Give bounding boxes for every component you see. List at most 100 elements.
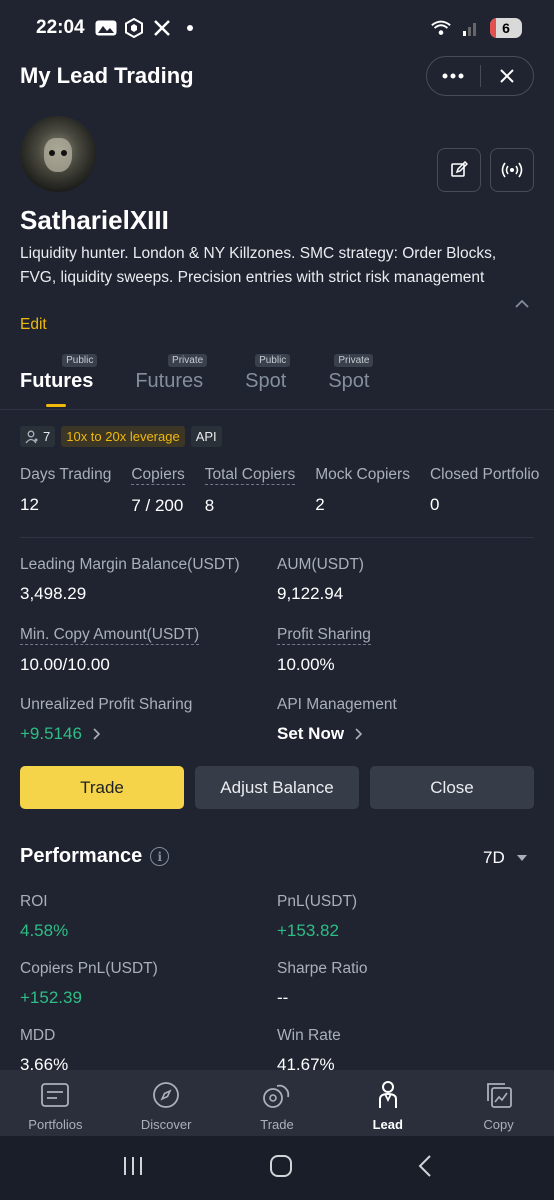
tab-spot-private[interactable]: Private Spot bbox=[328, 352, 374, 410]
nav-trade[interactable]: Trade bbox=[222, 1070, 333, 1136]
nav-lead[interactable]: Lead bbox=[332, 1070, 443, 1136]
username: SatharielXIII bbox=[20, 205, 169, 235]
api-management[interactable]: API Management Set Now bbox=[277, 696, 397, 744]
stat-value: 0 bbox=[429, 495, 440, 514]
home-icon[interactable] bbox=[269, 1154, 293, 1183]
close-icon[interactable] bbox=[481, 57, 534, 95]
kv-label: Leading Margin Balance(USDT) bbox=[20, 556, 240, 573]
trade-button[interactable]: Trade bbox=[20, 766, 184, 809]
kv-label: Sharpe Ratio bbox=[277, 960, 368, 977]
nav-portfolios[interactable]: Portfolios bbox=[0, 1070, 111, 1136]
crypto-icon bbox=[123, 18, 145, 38]
kv-label: PnL(USDT) bbox=[277, 893, 358, 910]
min-copy-amount[interactable]: Min. Copy Amount(USDT) 10.00/10.00 bbox=[20, 626, 200, 675]
compass-icon bbox=[152, 1080, 180, 1110]
tab-badge: Private bbox=[168, 354, 208, 367]
status-bar: 22:04 6 bbox=[0, 0, 554, 56]
portfolio-tabs: Public Futures Private Futures Public Sp… bbox=[20, 352, 411, 410]
copy-icon bbox=[485, 1080, 513, 1110]
roi: ROI 4.58% bbox=[20, 893, 68, 941]
performance-title-text: Performance bbox=[20, 845, 143, 867]
stats-divider bbox=[20, 537, 534, 538]
recents-icon[interactable] bbox=[122, 1156, 144, 1181]
app-header: My Lead Trading bbox=[0, 56, 554, 96]
avatar[interactable] bbox=[20, 116, 96, 192]
info-icon[interactable]: i bbox=[150, 847, 170, 866]
unrealized-profit-sharing[interactable]: Unrealized Profit Sharing +9.5146 bbox=[20, 696, 192, 744]
battery-icon: 6 bbox=[490, 18, 522, 38]
edit-profile-button[interactable] bbox=[437, 148, 481, 192]
copiers-count: 7 bbox=[43, 429, 51, 444]
nav-label: Discover bbox=[140, 1117, 192, 1132]
chevron-right-icon bbox=[93, 728, 100, 740]
kv-value: +152.39 bbox=[20, 988, 82, 1007]
nav-label: Lead bbox=[372, 1117, 403, 1132]
signal-icon bbox=[460, 19, 482, 37]
kv-value: 10.00/10.00 bbox=[20, 655, 110, 674]
stat-value: 2 bbox=[315, 495, 325, 514]
period-selector[interactable]: 7D bbox=[483, 848, 527, 868]
stat-days-trading: Days Trading 12 bbox=[20, 466, 111, 516]
kv-value: +153.82 bbox=[277, 921, 339, 940]
adjust-balance-button[interactable]: Adjust Balance bbox=[195, 766, 359, 809]
system-nav-bar bbox=[0, 1136, 554, 1200]
stat-value: 12 bbox=[20, 495, 39, 514]
stat-label: Copiers bbox=[131, 466, 185, 485]
kv-label: Min. Copy Amount(USDT) bbox=[20, 626, 200, 645]
active-tab-indicator bbox=[46, 404, 66, 407]
more-dots-icon[interactable] bbox=[427, 57, 480, 95]
tab-badge: Public bbox=[62, 354, 98, 367]
tab-label: Futures bbox=[135, 370, 204, 392]
tab-futures-private[interactable]: Private Futures bbox=[135, 352, 208, 410]
tab-label: Futures bbox=[20, 370, 94, 392]
chevron-right-icon bbox=[355, 728, 363, 740]
leading-margin-balance: Leading Margin Balance(USDT) 3,498.29 bbox=[20, 556, 240, 604]
stat-value: 7 / 200 bbox=[131, 496, 184, 515]
back-icon[interactable] bbox=[418, 1154, 432, 1183]
edit-bio-link[interactable]: Edit bbox=[20, 316, 47, 334]
status-time: 22:04 bbox=[36, 17, 85, 38]
pnl: PnL(USDT) +153.82 bbox=[277, 893, 357, 941]
kv-value: 10.00% bbox=[277, 655, 335, 674]
caret-down-icon bbox=[516, 855, 527, 861]
kv-value: +9.5146 bbox=[20, 724, 82, 743]
close-button[interactable]: Close bbox=[370, 766, 534, 809]
kv-label: Win Rate bbox=[277, 1027, 341, 1044]
tab-badge: Public bbox=[255, 354, 291, 367]
kv-label: Copiers PnL(USDT) bbox=[20, 960, 158, 977]
stat-copiers[interactable]: Copiers 7 / 200 bbox=[131, 466, 185, 516]
kv-value: -- bbox=[277, 988, 289, 1007]
nav-label: Trade bbox=[260, 1117, 294, 1132]
page-title: My Lead Trading bbox=[20, 63, 194, 88]
mdd: MDD 3.66% bbox=[20, 1027, 68, 1075]
kv-value: 9,122.94 bbox=[277, 584, 344, 603]
x-icon bbox=[151, 19, 173, 37]
tab-futures-public[interactable]: Public Futures bbox=[20, 352, 98, 410]
tabs-divider bbox=[0, 409, 554, 410]
sharpe-ratio: Sharpe Ratio -- bbox=[277, 960, 367, 1008]
leverage-tag: 10x to 20x leverage bbox=[61, 426, 185, 447]
stat-label: Mock Copiers bbox=[315, 466, 410, 483]
broadcast-icon bbox=[501, 162, 523, 178]
stat-label: Days Trading bbox=[20, 466, 112, 483]
collapse-chevron-up-icon[interactable] bbox=[514, 296, 530, 314]
dot-icon bbox=[186, 25, 193, 31]
portfolios-icon bbox=[41, 1080, 70, 1110]
avatar-eye-left bbox=[49, 150, 55, 156]
kv-label: AUM(USDT) bbox=[277, 556, 364, 573]
header-actions bbox=[426, 56, 534, 96]
wifi-6e-icon bbox=[430, 19, 452, 37]
bottom-nav: Portfolios Discover Trade Lead Copy bbox=[0, 1070, 554, 1136]
tab-badge: Private bbox=[334, 354, 374, 367]
portfolio-tags: 7 10x to 20x leverage API bbox=[20, 426, 222, 447]
stat-value: 8 bbox=[204, 496, 215, 515]
tab-spot-public[interactable]: Public Spot bbox=[245, 352, 291, 410]
profit-sharing[interactable]: Profit Sharing 10.00% bbox=[277, 626, 371, 675]
stat-label: Total Copiers bbox=[204, 466, 296, 485]
nav-copy[interactable]: Copy bbox=[443, 1070, 554, 1136]
broadcast-button[interactable] bbox=[490, 148, 534, 192]
nav-discover[interactable]: Discover bbox=[111, 1070, 222, 1136]
tab-label: Spot bbox=[328, 370, 370, 392]
stat-label: Closed Portfolio bbox=[429, 466, 540, 483]
stat-total-copiers[interactable]: Total Copiers 8 bbox=[204, 466, 296, 516]
